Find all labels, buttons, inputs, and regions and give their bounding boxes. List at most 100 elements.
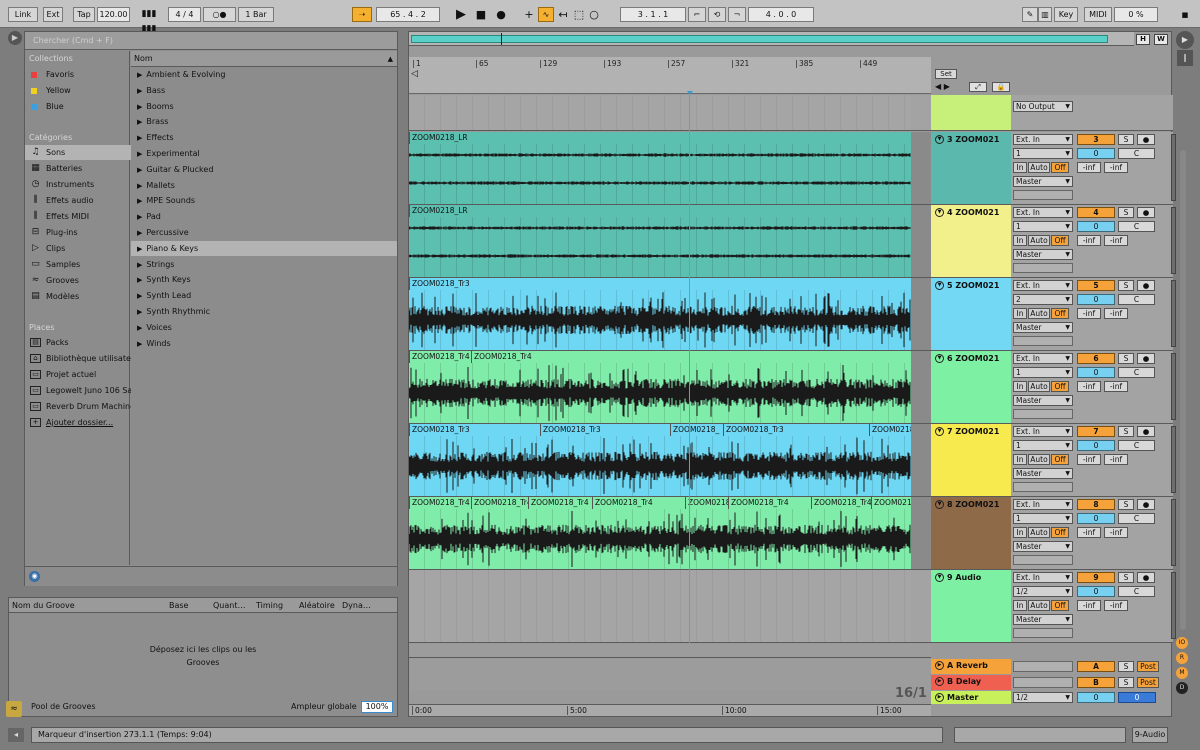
volume-field[interactable]: 0 <box>1077 513 1115 524</box>
pan-field[interactable]: C <box>1118 148 1155 159</box>
monitor-in-button[interactable]: In <box>1013 162 1027 173</box>
monitor-auto-button[interactable]: Auto <box>1028 600 1050 611</box>
fold-track-icon[interactable]: ▼ <box>935 354 944 363</box>
volume-field[interactable]: 0 <box>1077 440 1115 451</box>
monitor-in-button[interactable]: In <box>1013 454 1027 465</box>
track-activator-button[interactable]: 8 <box>1077 499 1115 510</box>
time-ruler-bottom[interactable]: 0:00 5:00 10:00 15:00 <box>409 704 931 716</box>
output-sub-chooser[interactable] <box>1013 482 1073 492</box>
send-a-field[interactable]: -inf <box>1077 235 1101 246</box>
monitor-in-button[interactable]: In <box>1013 600 1027 611</box>
clip-title[interactable]: ZOOM0218_ <box>869 424 911 436</box>
input-type-chooser[interactable]: Ext. In <box>1013 426 1073 437</box>
return-activator-button[interactable]: A <box>1077 661 1115 672</box>
play-icon[interactable]: ▶ <box>454 7 468 22</box>
monitor-auto-button[interactable]: Auto <box>1028 235 1050 246</box>
track-lane[interactable]: ZOOM0218_Tr3 ZOOM0218_Tr3 ZOOM0218_ ZOOM021… <box>409 424 911 496</box>
volume-field[interactable]: 0 <box>1077 221 1115 232</box>
expand-arrow-icon[interactable]: ▶ <box>137 150 142 158</box>
draw-mode-button[interactable]: ✎ <box>1022 7 1038 22</box>
expand-arrow-icon[interactable]: ▶ <box>137 87 142 95</box>
return-activator-button[interactable]: B <box>1077 677 1115 688</box>
browser-item[interactable]: ▶ Synth Lead <box>131 288 397 303</box>
send-b-field[interactable]: -inf <box>1104 454 1128 465</box>
monitor-auto-button[interactable]: Auto <box>1028 454 1050 465</box>
send-a-field[interactable]: -inf <box>1077 381 1101 392</box>
monitor-auto-button[interactable]: Auto <box>1028 527 1050 538</box>
groove-col-base[interactable]: Base <box>169 598 188 613</box>
browser-item[interactable]: ▶ Guitar & Plucked <box>131 162 397 177</box>
browser-item[interactable]: ▶ MPE Sounds <box>131 193 397 208</box>
global-amount-field[interactable]: 100% <box>361 701 393 713</box>
master-channel-chooser[interactable]: 1/2 <box>1013 692 1073 703</box>
monitor-in-button[interactable]: In <box>1013 308 1027 319</box>
session-record-icon[interactable]: ○ <box>588 7 600 22</box>
input-channel-chooser[interactable]: 2 <box>1013 294 1073 305</box>
browser-item[interactable]: ▶ Ambient & Evolving <box>131 67 397 82</box>
master-volume-field[interactable]: 0 <box>1077 692 1115 703</box>
partial-output-chooser[interactable]: No Output <box>1013 101 1073 112</box>
send-a-field[interactable]: -inf <box>1077 454 1101 465</box>
place-item[interactable]: + Ajouter dossier... <box>25 415 145 430</box>
midi-map-button[interactable]: MIDI <box>1084 7 1112 22</box>
browser-item[interactable]: ▶ Percussive <box>131 225 397 240</box>
output-sub-chooser[interactable] <box>1013 409 1073 419</box>
place-item[interactable]: ▤ Packs <box>25 335 145 350</box>
expand-arrow-icon[interactable]: ▶ <box>137 118 142 126</box>
track-activator-button[interactable]: 5 <box>1077 280 1115 291</box>
send-a-field[interactable]: -inf <box>1077 308 1101 319</box>
input-channel-chooser[interactable]: 1 <box>1013 440 1073 451</box>
send-a-field[interactable]: -inf <box>1077 527 1101 538</box>
track-activator-button[interactable]: 6 <box>1077 353 1115 364</box>
output-sub-chooser[interactable] <box>1013 555 1073 565</box>
send-b-field[interactable]: -inf <box>1104 308 1128 319</box>
send-b-field[interactable]: -inf <box>1104 600 1128 611</box>
track-name[interactable]: 5 ZOOM021 <box>947 281 999 290</box>
clip-title[interactable]: ZOOM0218_Tr4 <box>471 497 528 509</box>
ext-sync-button[interactable]: Ext <box>43 7 63 22</box>
input-type-chooser[interactable]: Ext. In <box>1013 499 1073 510</box>
solo-button[interactable]: S <box>1118 353 1134 364</box>
input-channel-chooser[interactable]: 1 <box>1013 513 1073 524</box>
pan-field[interactable]: C <box>1118 294 1155 305</box>
output-sub-chooser[interactable] <box>1013 190 1073 200</box>
clip-title[interactable]: ZOOM0218_ <box>670 424 723 436</box>
lock-icon[interactable]: 🔒 <box>992 82 1010 92</box>
clip-title[interactable]: ZOOM0218_Tr3 <box>540 424 670 436</box>
browser-item[interactable]: ▶ Strings <box>131 257 397 272</box>
stop-icon[interactable]: ■ <box>474 7 488 22</box>
pan-field[interactable]: C <box>1118 440 1155 451</box>
clip-title[interactable]: ZOOM0218_Tr3 <box>409 424 540 436</box>
place-item[interactable]: ⌂ Bibliothèque utilisateur <box>25 351 145 366</box>
clip-title[interactable]: ZOOM0218_LR <box>409 205 911 217</box>
io-toggle-icon[interactable]: IO <box>1176 637 1188 649</box>
browser-item[interactable]: ▶ Synth Keys <box>131 272 397 287</box>
category-item[interactable]: ≈ Grooves <box>25 273 145 288</box>
master-pan-field[interactable]: 0 <box>1118 692 1156 703</box>
place-item[interactable]: ▭ Reverb Drum Machines <box>25 399 145 414</box>
track-header[interactable]: ▼ 4 ZOOM021 <box>931 205 1011 277</box>
clip-title[interactable]: ZOOM0218_Tr3 <box>723 424 869 436</box>
track-name[interactable]: 4 ZOOM021 <box>947 208 999 217</box>
browser-item[interactable]: ▶ Mallets <box>131 178 397 193</box>
volume-field[interactable]: 0 <box>1077 367 1115 378</box>
input-type-chooser[interactable]: Ext. In <box>1013 207 1073 218</box>
expand-arrow-icon[interactable]: ▶ <box>137 213 142 221</box>
delay-toggle-icon[interactable]: D <box>1176 682 1188 694</box>
track-lane[interactable]: ZOOM0218_Tr3 <box>409 278 911 350</box>
expand-arrow-icon[interactable]: ▶ <box>137 245 142 253</box>
return-track-name[interactable]: B Delay <box>947 677 981 686</box>
output-sub-chooser[interactable] <box>1013 336 1073 346</box>
browser-item[interactable]: ▶ Piano & Keys <box>131 240 397 256</box>
output-chooser[interactable]: Master <box>1013 176 1073 187</box>
pan-field[interactable]: C <box>1118 221 1155 232</box>
browser-item[interactable]: ▶ Brass <box>131 114 397 129</box>
h-toggle-button[interactable]: H <box>1136 34 1150 45</box>
expand-arrow-icon[interactable]: ▶ <box>137 182 142 190</box>
output-sub-chooser[interactable] <box>1013 628 1073 638</box>
track-name[interactable]: 7 ZOOM021 <box>947 427 999 436</box>
track-lane[interactable]: ZOOM0218_LR <box>409 205 911 277</box>
track-activator-button[interactable]: 3 <box>1077 134 1115 145</box>
expand-arrow-icon[interactable]: ▶ <box>137 261 142 269</box>
place-item[interactable]: ▭ Legowelt Juno 106 Sam <box>25 383 145 398</box>
